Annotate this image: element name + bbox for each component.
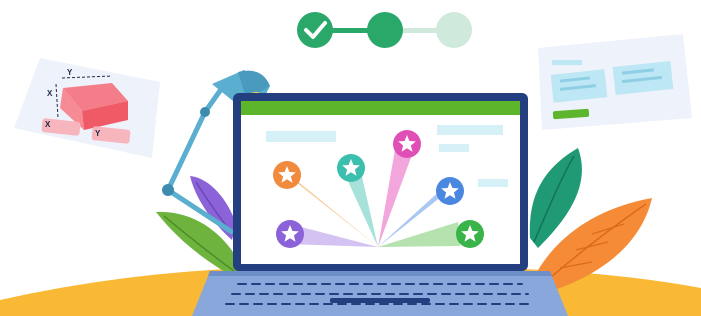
info-card [538, 34, 692, 130]
spacebar [330, 298, 430, 303]
x-chip-label: X [45, 120, 51, 129]
star-badge-teal [337, 154, 365, 182]
y-axis-label: Y [67, 68, 73, 77]
step-2-current [367, 12, 403, 48]
x-axis-label: X [47, 89, 53, 98]
star-badge-orange [273, 161, 301, 189]
star-badge-blue [436, 177, 464, 205]
laptop [192, 93, 568, 316]
star-badge-green [456, 220, 484, 248]
screen-header-bar [241, 101, 520, 115]
step-3-upcoming [436, 12, 472, 48]
star-badge-purple [276, 220, 304, 248]
box-diagram-card [14, 58, 160, 158]
progress-stepper [297, 12, 472, 48]
step-1-done [297, 12, 333, 48]
illustration: X Y X Y [0, 0, 701, 316]
star-badge-pink [393, 130, 421, 158]
y-chip-label: Y [95, 129, 101, 138]
